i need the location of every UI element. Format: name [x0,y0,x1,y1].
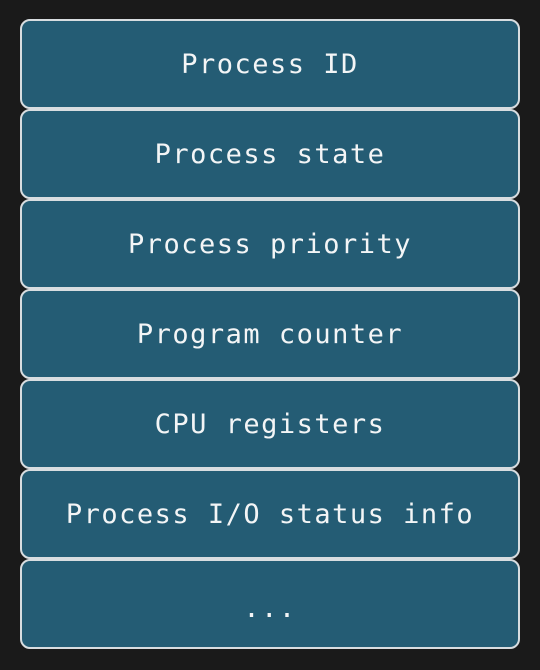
field-cpu-registers: CPU registers [20,379,520,469]
pcb-field-stack: Process ID Process state Process priorit… [20,19,520,649]
field-process-state: Process state [20,109,520,199]
field-process-priority: Process priority [20,199,520,289]
field-ellipsis: ... [20,559,520,649]
field-process-id: Process ID [20,19,520,109]
field-process-io-status-info: Process I/O status info [20,469,520,559]
field-program-counter: Program counter [20,289,520,379]
